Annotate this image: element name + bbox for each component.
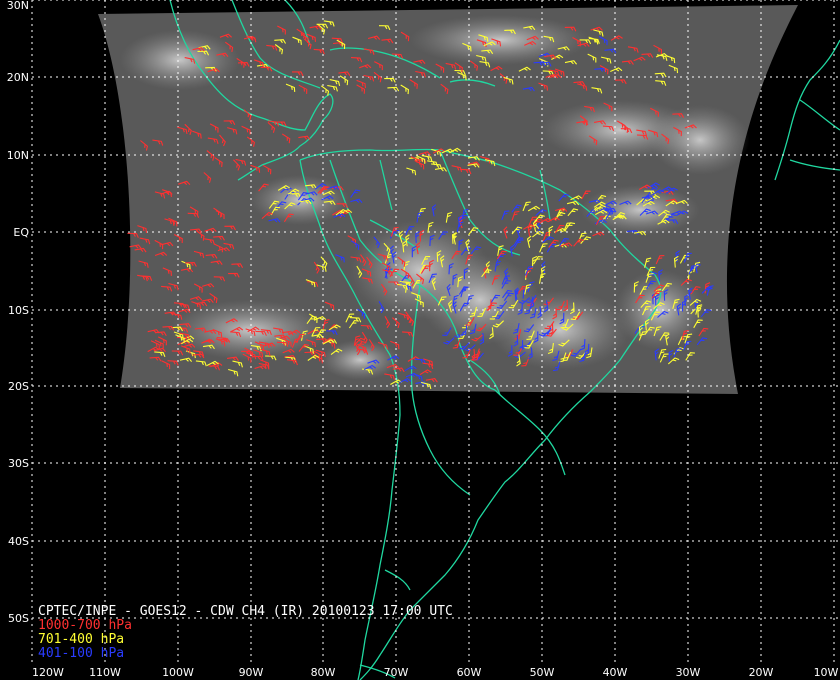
coast-south-islands bbox=[384, 569, 411, 591]
lat-tick-label: 20S bbox=[8, 380, 29, 393]
satellite-wind-map: 30N 20N 10N EQ 10S 20S 30S 40S 50S 120W 110W 100W 9… bbox=[0, 0, 840, 680]
coast-africa-3 bbox=[789, 159, 840, 171]
lon-tick-label: 70W bbox=[384, 666, 409, 679]
legend-mid-level: 701-400 hPa bbox=[38, 632, 124, 647]
lat-tick-label: 30N bbox=[7, 0, 29, 12]
coast-africa bbox=[774, 39, 840, 181]
lon-tick-label: 40W bbox=[603, 666, 628, 679]
lon-tick-label: 90W bbox=[239, 666, 264, 679]
map-canvas: 30N 20N 10N EQ 10S 20S 30S 40S 50S 120W 110W 100W 9… bbox=[7, 0, 840, 680]
legend-low-level: 1000-700 hPa bbox=[38, 618, 132, 633]
lat-tick-label: 10N bbox=[7, 149, 29, 162]
lon-tick-label: 100W bbox=[162, 666, 194, 679]
caption-title: CPTEC/INPE - GOES12 - CDW CH4 (IR) 20100… bbox=[38, 604, 453, 619]
lon-tick-label: 110W bbox=[89, 666, 121, 679]
lat-tick-label: 50S bbox=[8, 612, 29, 625]
lon-tick-label: 20W bbox=[749, 666, 774, 679]
lat-tick-label: 10S bbox=[8, 304, 29, 317]
lat-tick-label: EQ bbox=[13, 226, 29, 239]
lat-tick-label: 30S bbox=[8, 457, 29, 470]
map-caption: CPTEC/INPE - GOES12 - CDW CH4 (IR) 20100… bbox=[38, 604, 453, 661]
lat-tick-label: 20N bbox=[7, 71, 29, 84]
lon-tick-label: 30W bbox=[676, 666, 701, 679]
lon-tick-label: 50W bbox=[530, 666, 555, 679]
border-3 bbox=[494, 389, 566, 476]
lon-tick-label: 10W bbox=[814, 666, 839, 679]
lat-tick-label: 40S bbox=[8, 535, 29, 548]
latitude-labels: 30N 20N 10N EQ 10S 20S 30S 40S 50S bbox=[7, 0, 30, 625]
legend-high-level: 401-100 hPa bbox=[38, 646, 124, 661]
longitude-labels: 120W 110W 100W 90W 80W 70W 60W 50W 40W 30W 20W 10W bbox=[32, 666, 839, 679]
lon-tick-label: 120W bbox=[32, 666, 64, 679]
border-10 bbox=[429, 449, 471, 496]
lon-tick-label: 80W bbox=[311, 666, 336, 679]
lon-tick-label: 60W bbox=[457, 666, 482, 679]
